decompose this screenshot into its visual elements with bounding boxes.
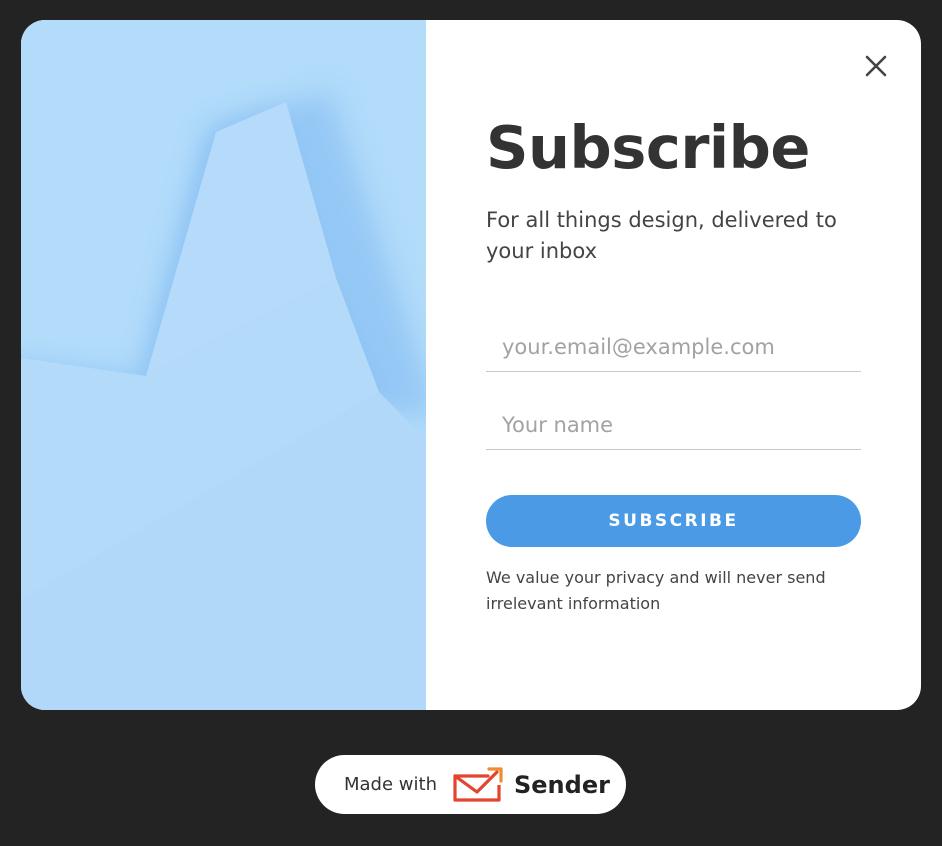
email-field[interactable] [486,322,861,372]
subscribe-form-panel: Subscribe For all things design, deliver… [426,20,921,710]
close-icon [865,55,887,77]
name-field[interactable] [486,400,861,450]
abstract-paper-shapes [21,20,426,710]
sender-brand-name: Sender [513,770,610,799]
subscribe-popup: Subscribe For all things design, deliver… [21,20,921,710]
made-with-label: Made with [344,774,437,795]
privacy-note: We value your privacy and will never sen… [486,568,826,613]
made-with-sender-badge[interactable]: Made with Sender [315,755,626,814]
sender-envelope-icon [453,766,503,802]
subscribe-button[interactable]: SUBSCRIBE [486,495,861,547]
popup-title: Subscribe [486,113,810,182]
hero-image [21,20,426,710]
popup-subtitle: For all things design, delivered to your… [486,208,837,263]
close-button[interactable] [864,54,888,78]
